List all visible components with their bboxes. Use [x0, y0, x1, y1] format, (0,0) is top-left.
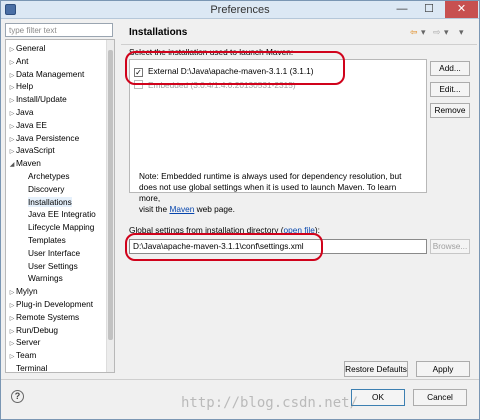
tree-item-label: Terminal — [16, 363, 48, 373]
annotation-circle-settings-path — [125, 233, 323, 261]
tree-item-label: Java Persistence — [16, 132, 80, 143]
tree-item[interactable]: User Settings — [28, 260, 78, 273]
tree-item[interactable]: ▷ Help — [8, 80, 33, 93]
filter-input[interactable]: type filter text — [5, 23, 113, 37]
header-divider — [121, 44, 477, 45]
tree-item-label: Java EE Integratio — [28, 209, 96, 220]
tree-item-label: Java — [16, 107, 34, 117]
tree-item[interactable]: ▷ Java EE — [8, 119, 47, 132]
remove-button[interactable]: Remove — [430, 103, 470, 118]
footer-divider — [1, 379, 479, 380]
tree-item-label: JavaScript — [16, 145, 55, 156]
page-title: Installations — [129, 27, 188, 38]
view-menu-icon[interactable]: ▾ — [459, 27, 464, 38]
tree-item-label: Discovery — [28, 183, 65, 194]
cancel-button[interactable]: Cancel — [413, 389, 467, 406]
tree-item[interactable]: ▷ Install/Update — [8, 93, 67, 106]
tree-item[interactable]: ▷ General — [8, 42, 46, 55]
note-line-1: Note: Embedded runtime is always used fo… — [139, 171, 402, 181]
tree-item-label: Install/Update — [16, 94, 67, 105]
tree-item[interactable]: ▷ Remote Systems — [8, 311, 79, 324]
tree-item-label: Warnings — [28, 273, 63, 284]
tree-item[interactable]: ▷ Team — [8, 349, 37, 362]
tree-item[interactable]: ▷ JavaScript — [8, 144, 55, 157]
tree-item[interactable]: Java EE Integratio — [28, 208, 96, 221]
edit-button[interactable]: Edit... — [430, 82, 470, 97]
restore-defaults-button[interactable]: Restore Defaults — [344, 361, 408, 377]
tree-item-label: Team — [16, 350, 37, 361]
tree-item[interactable]: Warnings — [28, 272, 63, 285]
back-dropdown-icon[interactable]: ▾ — [421, 27, 426, 38]
preferences-tree: ▷ General ▷ Ant ▷ Data Management ▷ Help ▷ Instal… — [5, 39, 115, 373]
tree-item[interactable]: ▷ Java — [8, 106, 34, 119]
back-arrow-icon[interactable]: ⇦ — [410, 27, 418, 38]
tree-item-label: Data Management — [16, 68, 85, 79]
ok-button[interactable]: OK — [351, 389, 405, 406]
tree-item-label: Archetypes — [28, 171, 70, 181]
browse-button[interactable]: Browse... — [430, 239, 470, 254]
tree-item-label: Maven — [16, 158, 41, 169]
forward-dropdown-icon[interactable]: ▾ — [444, 27, 449, 38]
maximize-button[interactable]: ☐ — [418, 1, 440, 18]
apply-button[interactable]: Apply — [416, 361, 470, 377]
tree-item-label: Ant — [16, 55, 29, 66]
tree-item[interactable]: ▷ Data Management — [8, 68, 85, 81]
tree-item[interactable]: Lifecycle Mapping — [28, 221, 94, 234]
preferences-window: Preferences — ☐ ✕ type filter text ▷ Gene… — [0, 0, 480, 420]
tree-item[interactable]: ▷ Mylyn — [8, 285, 38, 298]
annotation-circle-installation — [125, 51, 345, 85]
tree-item[interactable]: Installations — [28, 196, 72, 209]
tree-scrollbar-thumb[interactable] — [108, 50, 113, 340]
tree-item[interactable]: ▷ Ant — [8, 55, 29, 68]
forward-arrow-icon[interactable]: ⇨ — [433, 27, 441, 38]
tree-item-label: Java EE — [16, 119, 47, 130]
tree-item-label: Remote Systems — [16, 311, 80, 322]
embedded-note: Note: Embedded runtime is always used fo… — [139, 171, 419, 215]
tree-item[interactable]: Discovery — [28, 183, 64, 196]
tree-item-label: General — [16, 43, 46, 53]
close-button[interactable]: ✕ — [445, 1, 478, 18]
tree-item-label: Mylyn — [16, 286, 38, 297]
tree-item[interactable]: Archetypes — [28, 170, 70, 183]
tree-item-label: User Settings — [28, 260, 78, 271]
note-text: visit the — [139, 204, 170, 214]
tree-item[interactable]: ▷ Java Persistence — [8, 132, 80, 145]
tree-scrollbar[interactable] — [106, 40, 114, 372]
tree-item[interactable]: Templates — [28, 234, 66, 247]
tree-item[interactable]: User Interface — [28, 247, 80, 260]
watermark-text: http://blog.csdn.net/ — [181, 395, 359, 411]
tree-item[interactable]: ▷ Run/Debug — [8, 324, 58, 337]
tree-item[interactable]: ◢ Maven — [8, 157, 41, 170]
tree-item-label: Help — [16, 81, 34, 92]
maven-link[interactable]: Maven — [169, 204, 194, 214]
preferences-nav: type filter text ▷ General ▷ Ant ▷ Data Manag… — [5, 23, 115, 373]
tree-item-label: Server — [16, 337, 41, 348]
tree-item-label: Installations — [28, 196, 72, 207]
tree-item[interactable]: ▷ Server — [8, 336, 41, 349]
title-bar[interactable]: Preferences — ☐ ✕ — [1, 1, 479, 19]
note-text: web page. — [194, 204, 235, 214]
minimize-button[interactable]: — — [391, 1, 413, 18]
tree-item[interactable]: ▷ Plug-in Development — [8, 298, 93, 311]
tree-item-label: Lifecycle Mapping — [28, 222, 95, 233]
tree-item-label: Run/Debug — [16, 324, 58, 335]
note-line-2: does not use global settings when it is … — [139, 182, 397, 203]
note-line-3: visit the Maven web page. — [139, 204, 419, 215]
tree-item-label: User Interface — [28, 247, 81, 258]
tree-item-label: Templates — [28, 235, 66, 245]
help-icon[interactable]: ? — [11, 390, 24, 403]
add-button[interactable]: Add... — [430, 61, 470, 76]
tree-item[interactable]: Terminal — [8, 362, 48, 373]
expand-arrow-icon[interactable]: ◢ — [8, 159, 16, 172]
tree-item-label: Plug-in Development — [16, 299, 94, 309]
